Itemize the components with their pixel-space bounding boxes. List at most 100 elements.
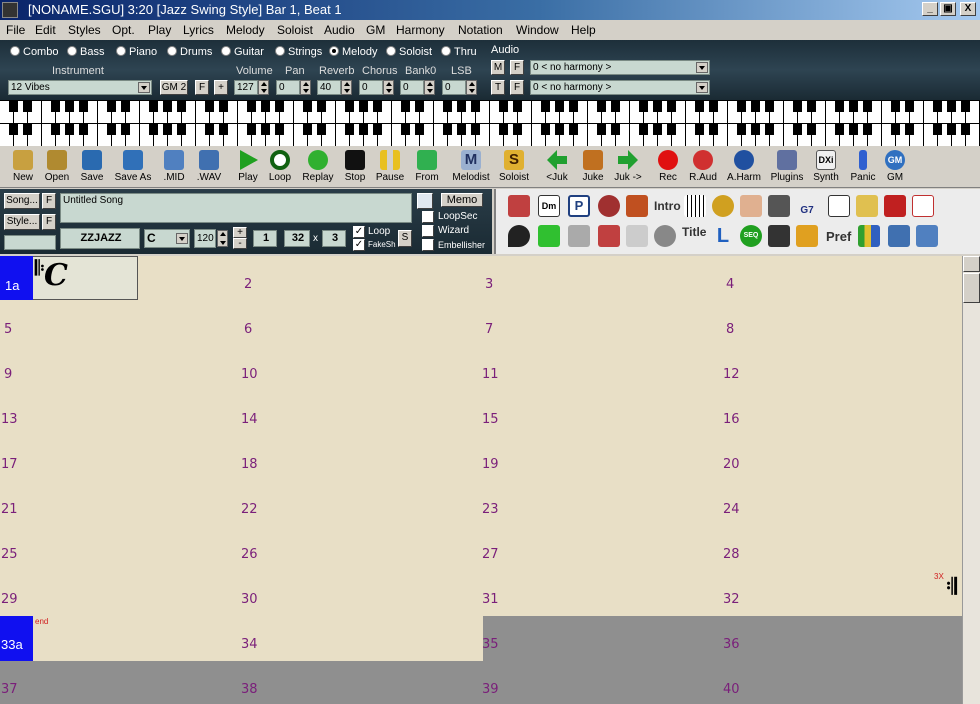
radio-bass[interactable]: Bass bbox=[67, 46, 104, 58]
audio-harmony-button[interactable]: A.Harm bbox=[721, 149, 767, 187]
menu-lyrics[interactable]: Lyrics bbox=[183, 23, 214, 37]
keyboard-black-keys-upper[interactable] bbox=[0, 101, 980, 112]
tempo-field[interactable]: 120 bbox=[194, 229, 216, 248]
radio-thru[interactable]: Thru bbox=[441, 46, 477, 58]
list-icon[interactable] bbox=[856, 195, 878, 217]
title-button[interactable]: Title bbox=[682, 225, 706, 239]
radio-guitar[interactable]: Guitar bbox=[221, 46, 264, 58]
piano-keys-icon[interactable] bbox=[684, 195, 706, 217]
s-button[interactable]: S bbox=[398, 230, 412, 247]
tempo-up-button[interactable]: + bbox=[233, 227, 247, 238]
style-button[interactable]: Style... bbox=[4, 214, 40, 230]
horn-icon[interactable] bbox=[712, 195, 734, 217]
drum-icon[interactable] bbox=[654, 225, 676, 247]
harmony-t-button[interactable]: T bbox=[491, 80, 505, 95]
volume-field[interactable]: 127 bbox=[234, 80, 258, 95]
wizard-checkbox[interactable] bbox=[422, 225, 434, 237]
memo-button[interactable]: Memo bbox=[441, 193, 483, 207]
radio-drums[interactable]: Drums bbox=[167, 46, 212, 58]
instrument-plus-button[interactable]: + bbox=[214, 80, 228, 95]
mixer-bars-icon[interactable] bbox=[858, 225, 880, 247]
harmony-m-button[interactable]: M bbox=[491, 60, 505, 75]
refresh-icon[interactable] bbox=[417, 193, 433, 209]
menu-opt[interactable]: Opt. bbox=[112, 23, 135, 37]
grid-icon[interactable] bbox=[912, 195, 934, 217]
piano-keyboard[interactable] bbox=[0, 100, 980, 146]
style-f-button[interactable]: F bbox=[42, 214, 56, 230]
menu-help[interactable]: Help bbox=[571, 23, 596, 37]
guitar-icon[interactable] bbox=[626, 195, 648, 217]
reverb-field[interactable]: 40 bbox=[317, 80, 341, 95]
song-title-field[interactable]: Untitled Song bbox=[60, 193, 412, 223]
eighth-note-icon[interactable] bbox=[508, 225, 530, 247]
g7-icon[interactable]: G7 bbox=[796, 195, 818, 217]
menu-play[interactable]: Play bbox=[148, 23, 171, 37]
conductor-icon[interactable] bbox=[768, 225, 790, 247]
key-select[interactable]: C bbox=[144, 229, 190, 248]
bank-field[interactable]: 0 bbox=[400, 80, 424, 95]
loop-checkbox[interactable]: ✓ bbox=[353, 226, 365, 238]
record-audio-button[interactable]: R.Aud bbox=[680, 149, 726, 187]
soloist-button[interactable]: S Soloist bbox=[491, 149, 537, 187]
green-note-icon[interactable] bbox=[538, 225, 560, 247]
menu-melody[interactable]: Melody bbox=[226, 23, 265, 37]
save-as-button[interactable]: Save As bbox=[110, 149, 156, 187]
fakesheet-checkbox[interactable]: ✓ bbox=[353, 239, 365, 251]
from-button[interactable]: From bbox=[404, 149, 450, 187]
seq-icon[interactable]: SEQ bbox=[740, 225, 762, 247]
pan-spinner[interactable] bbox=[300, 80, 311, 95]
ear-icon[interactable] bbox=[740, 195, 762, 217]
printer-icon[interactable] bbox=[626, 225, 648, 247]
chord-dm-icon[interactable]: Dm bbox=[538, 195, 560, 217]
save-button[interactable]: Save bbox=[69, 149, 115, 187]
instrument-f-button[interactable]: F bbox=[195, 80, 209, 95]
waveform-icon[interactable] bbox=[768, 195, 790, 217]
chord-sheet[interactable]: 1a 𝄆 C 2 3 4 5 6 7 8 9 10 11 12 13 14 15… bbox=[0, 256, 962, 704]
gm-button[interactable]: GM GM bbox=[872, 149, 918, 187]
menu-edit[interactable]: Edit bbox=[35, 23, 56, 37]
menu-audio[interactable]: Audio bbox=[324, 23, 355, 37]
maximize-button[interactable]: ▣ bbox=[940, 2, 956, 16]
menu-harmony[interactable]: Harmony bbox=[396, 23, 445, 37]
violin-icon[interactable] bbox=[796, 225, 818, 247]
close-button[interactable]: X bbox=[960, 2, 976, 16]
pan-field[interactable]: 0 bbox=[276, 80, 300, 95]
embellisher-checkbox[interactable] bbox=[422, 239, 434, 251]
radio-combo[interactable]: Combo bbox=[10, 46, 58, 58]
loopsec-checkbox[interactable] bbox=[422, 211, 434, 223]
start-bar-field[interactable]: 1 bbox=[253, 230, 277, 247]
menu-window[interactable]: Window bbox=[516, 23, 559, 37]
menu-file[interactable]: File bbox=[6, 23, 25, 37]
melodist-button[interactable]: M Melodist bbox=[448, 149, 494, 187]
harmony-f2-button[interactable]: F bbox=[510, 80, 524, 95]
record-disc-icon[interactable] bbox=[598, 195, 620, 217]
bank-spinner[interactable] bbox=[424, 80, 435, 95]
chorus-spinner[interactable] bbox=[383, 80, 394, 95]
preferences-button[interactable]: Pref bbox=[826, 229, 851, 244]
radio-piano[interactable]: Piano bbox=[116, 46, 157, 58]
end-bar-field[interactable]: 32 bbox=[284, 230, 310, 247]
radio-strings[interactable]: Strings bbox=[275, 46, 322, 58]
menu-soloist[interactable]: Soloist bbox=[277, 23, 313, 37]
radio-soloist[interactable]: Soloist bbox=[386, 46, 432, 58]
style-icon[interactable] bbox=[916, 225, 938, 247]
chorus-field[interactable]: 0 bbox=[359, 80, 383, 95]
minimize-button[interactable]: _ bbox=[922, 2, 938, 16]
menu-notation[interactable]: Notation bbox=[458, 23, 503, 37]
lsb-field[interactable]: 0 bbox=[442, 80, 466, 95]
style-name-field[interactable]: ZZJAZZ bbox=[60, 228, 140, 249]
chord-bar-1[interactable]: C bbox=[44, 258, 68, 293]
menu-styles[interactable]: Styles bbox=[68, 23, 101, 37]
scroll-up-button[interactable] bbox=[963, 256, 980, 272]
arrow-red-icon[interactable] bbox=[884, 195, 906, 217]
repeats-field[interactable]: 3 bbox=[322, 230, 346, 247]
p-icon[interactable]: P bbox=[568, 195, 590, 217]
gm2-button[interactable]: GM 2 bbox=[160, 80, 188, 95]
intro-button[interactable]: Intro bbox=[654, 199, 681, 213]
lyrics-l-icon[interactable]: L bbox=[712, 225, 734, 247]
tempo-spinner[interactable] bbox=[217, 230, 228, 247]
vertical-scrollbar[interactable] bbox=[962, 256, 980, 704]
melody-harmony-select[interactable]: 0 < no harmony > bbox=[530, 60, 710, 75]
radio-melody[interactable]: Melody bbox=[329, 46, 377, 58]
scroll-thumb[interactable] bbox=[963, 273, 980, 303]
